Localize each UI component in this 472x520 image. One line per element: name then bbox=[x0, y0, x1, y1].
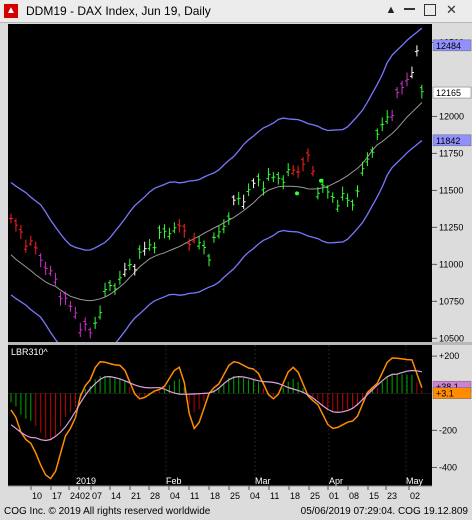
time-tick-label: 01 bbox=[329, 491, 339, 501]
time-tick-label: 07 bbox=[92, 491, 102, 501]
time-tick-label: 17 bbox=[52, 491, 62, 501]
price-badge-label: 11842 bbox=[436, 136, 460, 146]
chart-area[interactable]: 1250012000117501150011250110001075010500… bbox=[0, 0, 472, 505]
price-tick-label: 11500 bbox=[439, 185, 463, 195]
price-pane[interactable] bbox=[8, 24, 432, 342]
time-tick-label: 11 bbox=[190, 491, 199, 501]
oscillator-pane[interactable] bbox=[8, 345, 432, 486]
price-tick-label: 10750 bbox=[439, 296, 464, 306]
osc-tick-label: +200 bbox=[439, 351, 459, 361]
price-tick-label: 11250 bbox=[439, 222, 463, 232]
time-tick-label: 02 bbox=[410, 491, 420, 501]
signal-dot bbox=[319, 178, 323, 183]
time-tick-label: 23 bbox=[387, 491, 397, 501]
price-badge-label: 12165 bbox=[436, 88, 461, 98]
signal-dot bbox=[295, 191, 299, 196]
time-tick-label: 04 bbox=[250, 491, 260, 501]
pane-splitter[interactable] bbox=[8, 342, 472, 345]
status-bar: COG Inc. © 2019 All rights reserved worl… bbox=[0, 505, 472, 520]
oscillator-label: LBR310^ bbox=[11, 347, 49, 357]
time-tick-label: 18 bbox=[210, 491, 220, 501]
timestamp-text: 05/06/2019 07:29:04. COG 19.12.809 bbox=[300, 506, 468, 517]
time-tick-label: 10 bbox=[32, 491, 42, 501]
osc-tick-label: -400 bbox=[439, 462, 457, 472]
price-tick-label: 12000 bbox=[439, 111, 464, 121]
month-label: Apr bbox=[329, 476, 343, 486]
time-tick-label: 08 bbox=[349, 491, 359, 501]
month-label: 2019 bbox=[76, 476, 96, 486]
time-tick-label: 15 bbox=[369, 491, 379, 501]
osc-badge-label: +3.1 bbox=[436, 389, 454, 399]
price-axis[interactable] bbox=[432, 24, 472, 342]
time-tick-label: 02 bbox=[80, 491, 90, 501]
price-tick-label: 11750 bbox=[439, 148, 463, 158]
time-tick-label: 25 bbox=[230, 491, 240, 501]
price-badge-label: 12484 bbox=[436, 41, 461, 51]
time-tick-label: 21 bbox=[131, 491, 141, 501]
chart-window: ▲ DDM19 - DAX Index, Jun 19, Daily ▲ ✕ 1… bbox=[0, 0, 472, 520]
osc-tick-label: -200 bbox=[439, 425, 457, 435]
time-tick-label: 11 bbox=[270, 491, 279, 501]
time-tick-label: 28 bbox=[150, 491, 160, 501]
month-label: Feb bbox=[166, 476, 182, 486]
time-tick-label: 14 bbox=[111, 491, 121, 501]
month-label: Mar bbox=[255, 476, 271, 486]
time-tick-label: 25 bbox=[310, 491, 320, 501]
time-tick-label: 18 bbox=[290, 491, 300, 501]
time-tick-label: 24 bbox=[70, 491, 80, 501]
price-tick-label: 10500 bbox=[439, 333, 464, 343]
price-tick-label: 11000 bbox=[439, 259, 463, 269]
month-label: May bbox=[406, 476, 424, 486]
time-tick-label: 04 bbox=[170, 491, 180, 501]
copyright-text: COG Inc. © 2019 All rights reserved worl… bbox=[4, 506, 211, 517]
